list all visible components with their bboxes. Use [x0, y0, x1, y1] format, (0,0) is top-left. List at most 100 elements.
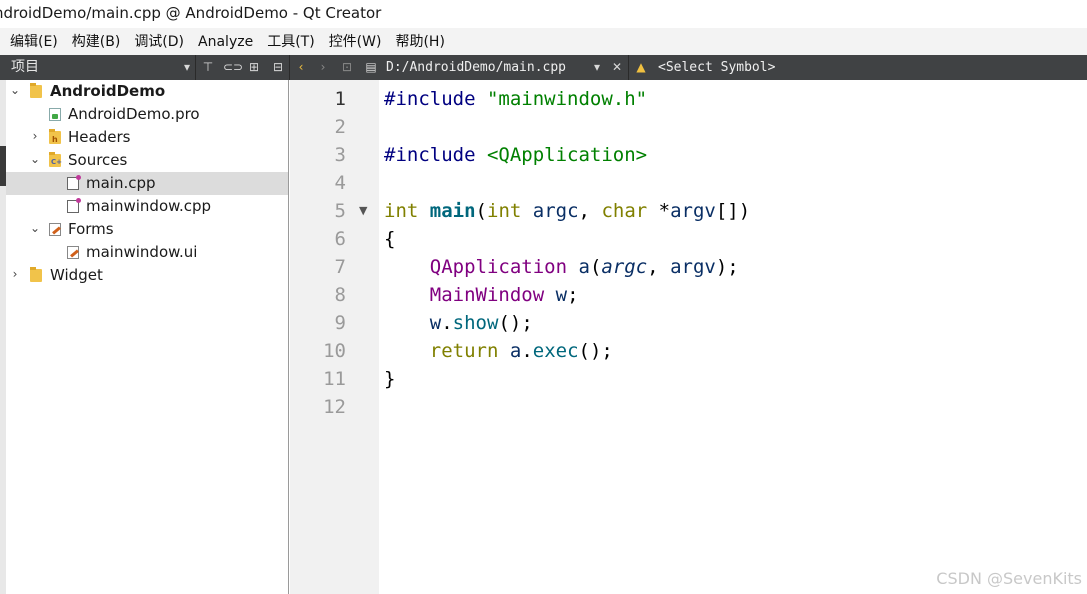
code-line[interactable]: return a.exec(); [384, 337, 613, 365]
line-number: 7 [334, 256, 346, 278]
tree-item-androiddemo[interactable]: ⌄ AndroidDemo [6, 80, 288, 103]
code-token: } [384, 368, 396, 390]
collapse-arrow-icon[interactable]: › [8, 267, 22, 281]
file-icon: ▤ [365, 60, 377, 74]
line-number: 6 [334, 228, 346, 250]
line-number: 9 [334, 312, 346, 334]
code-line[interactable]: #include <QApplication> [384, 141, 647, 169]
tree-item-label: Widget [50, 266, 103, 284]
code-token: []) [715, 200, 751, 222]
symbol-selector[interactable]: <Select Symbol> [658, 55, 775, 80]
code-line[interactable]: w.show(); [384, 309, 533, 337]
cpp-file-icon [67, 175, 81, 190]
code-line[interactable]: MainWindow w; [384, 281, 579, 309]
line-number: 10 [323, 340, 346, 362]
filter-icon[interactable]: ⊤ [201, 55, 215, 80]
tree-item-mainwindow-cpp[interactable]: mainwindow.cpp [6, 195, 288, 218]
code-token: argv [670, 200, 716, 222]
file-dropdown-icon[interactable]: ▾ [590, 55, 604, 80]
code-token: #include [384, 144, 487, 166]
tree-item-label: Forms [68, 220, 114, 238]
code-line[interactable]: #include "mainwindow.h" [384, 85, 647, 113]
forward-icon[interactable]: › [316, 55, 330, 80]
toolbar-separator [289, 55, 290, 80]
code-token: w [429, 312, 442, 334]
project-folder-icon [30, 267, 42, 282]
code-token: { [384, 228, 396, 250]
line-number: 1 [334, 88, 346, 110]
expand-arrow-icon[interactable]: ⌄ [8, 83, 22, 97]
forms-folder-icon [49, 223, 61, 236]
split-icon[interactable]: ⊞ [247, 55, 261, 80]
code-token: a [509, 340, 522, 362]
line-number: 2 [334, 116, 346, 138]
tree-item-mainwindow-ui[interactable]: mainwindow.ui [6, 241, 288, 264]
code-token: int [384, 200, 419, 222]
menu-tools[interactable]: 工具(T) [260, 28, 321, 55]
code-token: show [452, 312, 499, 334]
back-icon[interactable]: ‹ [294, 55, 308, 80]
code-line[interactable]: QApplication a(argc, argv); [384, 253, 739, 281]
code-line[interactable]: } [384, 365, 395, 393]
tree-item-headers[interactable]: › h Headers [6, 126, 288, 149]
code-token: . [521, 340, 533, 362]
menu-debug[interactable]: 调试(D) [127, 28, 191, 55]
tree-item-label: main.cpp [86, 174, 156, 192]
cpp-file-icon [67, 198, 81, 213]
menu-edit[interactable]: 编辑(E) [3, 28, 65, 55]
toolbar-separator [628, 55, 629, 80]
menu-bar: 编辑(E) 构建(B) 调试(D) Analyze 工具(T) 控件(W) 帮助… [0, 28, 1087, 55]
close-document-icon[interactable]: ✕ [610, 55, 624, 80]
projects-panel-selector[interactable]: 项目 [11, 55, 39, 80]
pro-file-icon [49, 108, 61, 121]
code-token: main [429, 200, 476, 222]
watermark: CSDN @SevenKits [936, 569, 1082, 588]
code-token: , [578, 200, 602, 222]
window-title: ndroidDemo/main.cpp @ AndroidDemo - Qt C… [0, 4, 382, 22]
open-file-path[interactable]: D:/AndroidDemo/main.cpp [386, 55, 566, 80]
tree-item-androiddemo-pro[interactable]: AndroidDemo.pro [6, 103, 288, 126]
code-token: (); [498, 312, 533, 334]
line-number: 12 [323, 396, 346, 418]
warning-icon: ▲ [636, 60, 646, 74]
menu-controls[interactable]: 控件(W) [322, 28, 389, 55]
code-token: a [578, 256, 590, 278]
code-token: ( [589, 256, 602, 278]
menu-help[interactable]: 帮助(H) [388, 28, 451, 55]
tree-item-sources[interactable]: ⌄ C+ Sources [6, 149, 288, 172]
project-tree-panel: ⌄ AndroidDemo AndroidDemo.pro › h Header… [0, 80, 289, 594]
collapse-arrow-icon[interactable]: › [28, 129, 42, 143]
dropdown-arrow-icon[interactable]: ▾ [180, 55, 194, 80]
code-token: int [487, 200, 522, 222]
code-token: #include [384, 88, 487, 110]
expand-arrow-icon[interactable]: ⌄ [28, 152, 42, 166]
tree-item-forms[interactable]: ⌄ Forms [6, 218, 288, 241]
code-line[interactable]: { [384, 225, 395, 253]
menu-build[interactable]: 构建(B) [65, 28, 128, 55]
line-number: 3 [334, 144, 346, 166]
code-line[interactable]: int main(int argc, char *argv[]) [384, 197, 750, 225]
close-panel-icon[interactable]: ⊟ [271, 55, 285, 80]
tree-item-widget[interactable]: › Widget [6, 264, 288, 287]
editor-toolbar: 项目 ▾ ⊤ ⊂⊃ ⊞ ⊟ ‹ › ⊡ ▤ D:/AndroidDemo/mai… [0, 55, 1087, 80]
fold-arrow-icon[interactable]: ▼ [359, 204, 367, 217]
code-token: QApplication [429, 256, 568, 278]
expand-arrow-icon[interactable]: ⌄ [28, 221, 42, 235]
code-token: , [647, 256, 671, 278]
link-icon[interactable]: ⊂⊃ [223, 55, 243, 80]
code-token: return [429, 340, 499, 362]
sources-folder-icon: C+ [49, 152, 62, 167]
menu-analyze[interactable]: Analyze [191, 28, 260, 55]
tree-item-main-cpp[interactable]: main.cpp [6, 172, 288, 195]
code-token: (); [578, 340, 613, 362]
code-token: ( [475, 200, 487, 222]
line-number: 8 [334, 284, 346, 306]
line-number: 4 [334, 172, 346, 194]
tree-item-label: mainwindow.cpp [86, 197, 212, 215]
